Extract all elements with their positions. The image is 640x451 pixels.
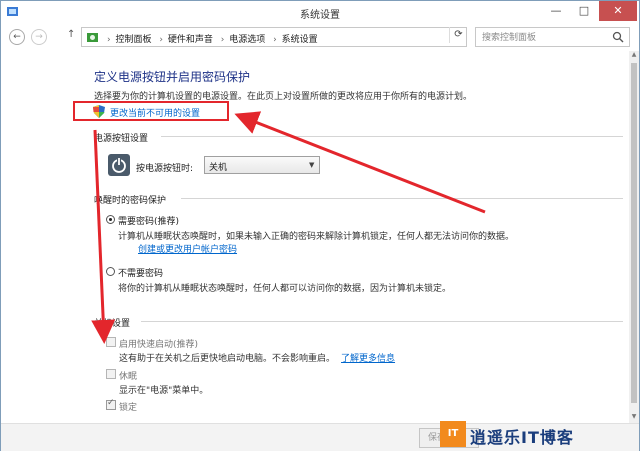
maximize-button[interactable]: □: [571, 1, 597, 21]
chevron-right-icon: ›: [107, 35, 111, 45]
chevron-right-icon: ›: [220, 35, 225, 45]
section-divider: [181, 198, 623, 199]
address-box[interactable]: › 控制面板 › 硬件和声音 › 电源选项 › 系统设置 ▾: [81, 27, 523, 47]
title-bar: 系统设置 — □ ✕: [1, 1, 639, 23]
fast-startup-description: 这有助于在关机之后更快地启动电脑。不会影响重启。 了解更多信息: [119, 351, 395, 364]
page-title: 定义电源按钮并启用密码保护: [94, 70, 251, 84]
vertical-scrollbar[interactable]: ▲ ▼: [629, 51, 639, 423]
chevron-right-icon: ›: [273, 35, 277, 45]
power-button-action-select[interactable]: 关机 ▼: [204, 156, 320, 174]
change-unavailable-settings-link[interactable]: 更改当前不可用的设置: [110, 106, 200, 119]
back-button[interactable]: ←: [9, 29, 25, 45]
scroll-up-icon[interactable]: ▲: [629, 51, 639, 61]
power-button-section-header: 电源按钮设置: [94, 134, 149, 144]
forward-button[interactable]: →: [31, 29, 47, 45]
address-bar: ← → ↑ › 控制面板 › 硬件和声音 › 电源选项 › 系统设置 ▾ ⟳: [1, 25, 639, 49]
require-password-label: 需要密码(推荐): [118, 217, 180, 227]
main-content: 定义电源按钮并启用密码保护 选择要为你的计算机设置的电源设置。在此页上对设置所做…: [1, 51, 629, 431]
fast-startup-label: 启用快速启动(推荐): [119, 340, 199, 350]
section-divider: [161, 136, 623, 137]
fast-startup-checkbox[interactable]: [106, 337, 116, 347]
search-input[interactable]: [482, 31, 607, 44]
no-password-radio[interactable]: [106, 267, 115, 276]
power-icon: [108, 154, 130, 176]
search-icon[interactable]: [612, 31, 624, 43]
power-button-action-value: 关机: [209, 163, 228, 173]
no-password-label: 不需要密码: [118, 269, 164, 279]
breadcrumb-item[interactable]: 电源选项: [229, 35, 265, 45]
breadcrumb-item[interactable]: 控制面板: [115, 35, 151, 45]
breadcrumb: › 控制面板 › 硬件和声音 › 电源选项 › 系统设置: [104, 32, 320, 45]
section-divider: [141, 321, 623, 322]
breadcrumb-item[interactable]: 硬件和声音: [168, 35, 213, 45]
hibernate-description: 显示在"电源"菜单中。: [119, 386, 209, 396]
control-panel-icon: [87, 33, 98, 42]
system-settings-window: 系统设置 — □ ✕ ← → ↑ › 控制面板 › 硬件和声音 › 电源选项 ›…: [0, 0, 640, 451]
password-section-header: 唤醒时的密码保护: [94, 196, 167, 206]
search-box: [475, 27, 630, 47]
learn-more-link[interactable]: 了解更多信息: [341, 354, 395, 364]
up-button[interactable]: ↑: [67, 29, 75, 40]
power-button-label: 按电源按钮时:: [136, 164, 194, 174]
breadcrumb-item[interactable]: 系统设置: [282, 35, 318, 45]
brand-text: 逍遥乐IT博客: [470, 428, 574, 447]
refresh-button[interactable]: ⟳: [449, 27, 467, 43]
minimize-button[interactable]: —: [543, 1, 569, 21]
close-button[interactable]: ✕: [599, 1, 637, 21]
create-password-link[interactable]: 创建或更改用户帐户密码: [138, 242, 237, 255]
chevron-down-icon: ▼: [309, 161, 315, 169]
chevron-right-icon: ›: [159, 35, 163, 45]
site-watermark: IT 逍遥乐IT博客: [440, 419, 640, 451]
lock-checkbox[interactable]: [106, 398, 116, 410]
shutdown-section-header: 关机设置: [94, 319, 131, 329]
lock-label: 锁定: [119, 403, 138, 413]
fast-startup-description-text: 这有助于在关机之后更快地启动电脑。不会影响重启。: [119, 354, 336, 364]
no-password-description: 将你的计算机从睡眠状态唤醒时，任何人都可以访问你的数据，因为计算机未锁定。: [118, 284, 452, 294]
hibernate-label: 休眠: [119, 372, 138, 382]
change-settings-highlight: 更改当前不可用的设置: [73, 101, 229, 121]
scroll-thumb[interactable]: [631, 63, 637, 403]
require-password-radio[interactable]: [106, 215, 115, 224]
require-password-description: 计算机从睡眠状态唤醒时，如果未输入正确的密码来解除计算机锁定，任何人都无法访问你…: [118, 232, 515, 242]
brand-logo: IT: [440, 421, 466, 447]
shield-icon: [93, 105, 105, 118]
hibernate-checkbox[interactable]: [106, 369, 116, 379]
